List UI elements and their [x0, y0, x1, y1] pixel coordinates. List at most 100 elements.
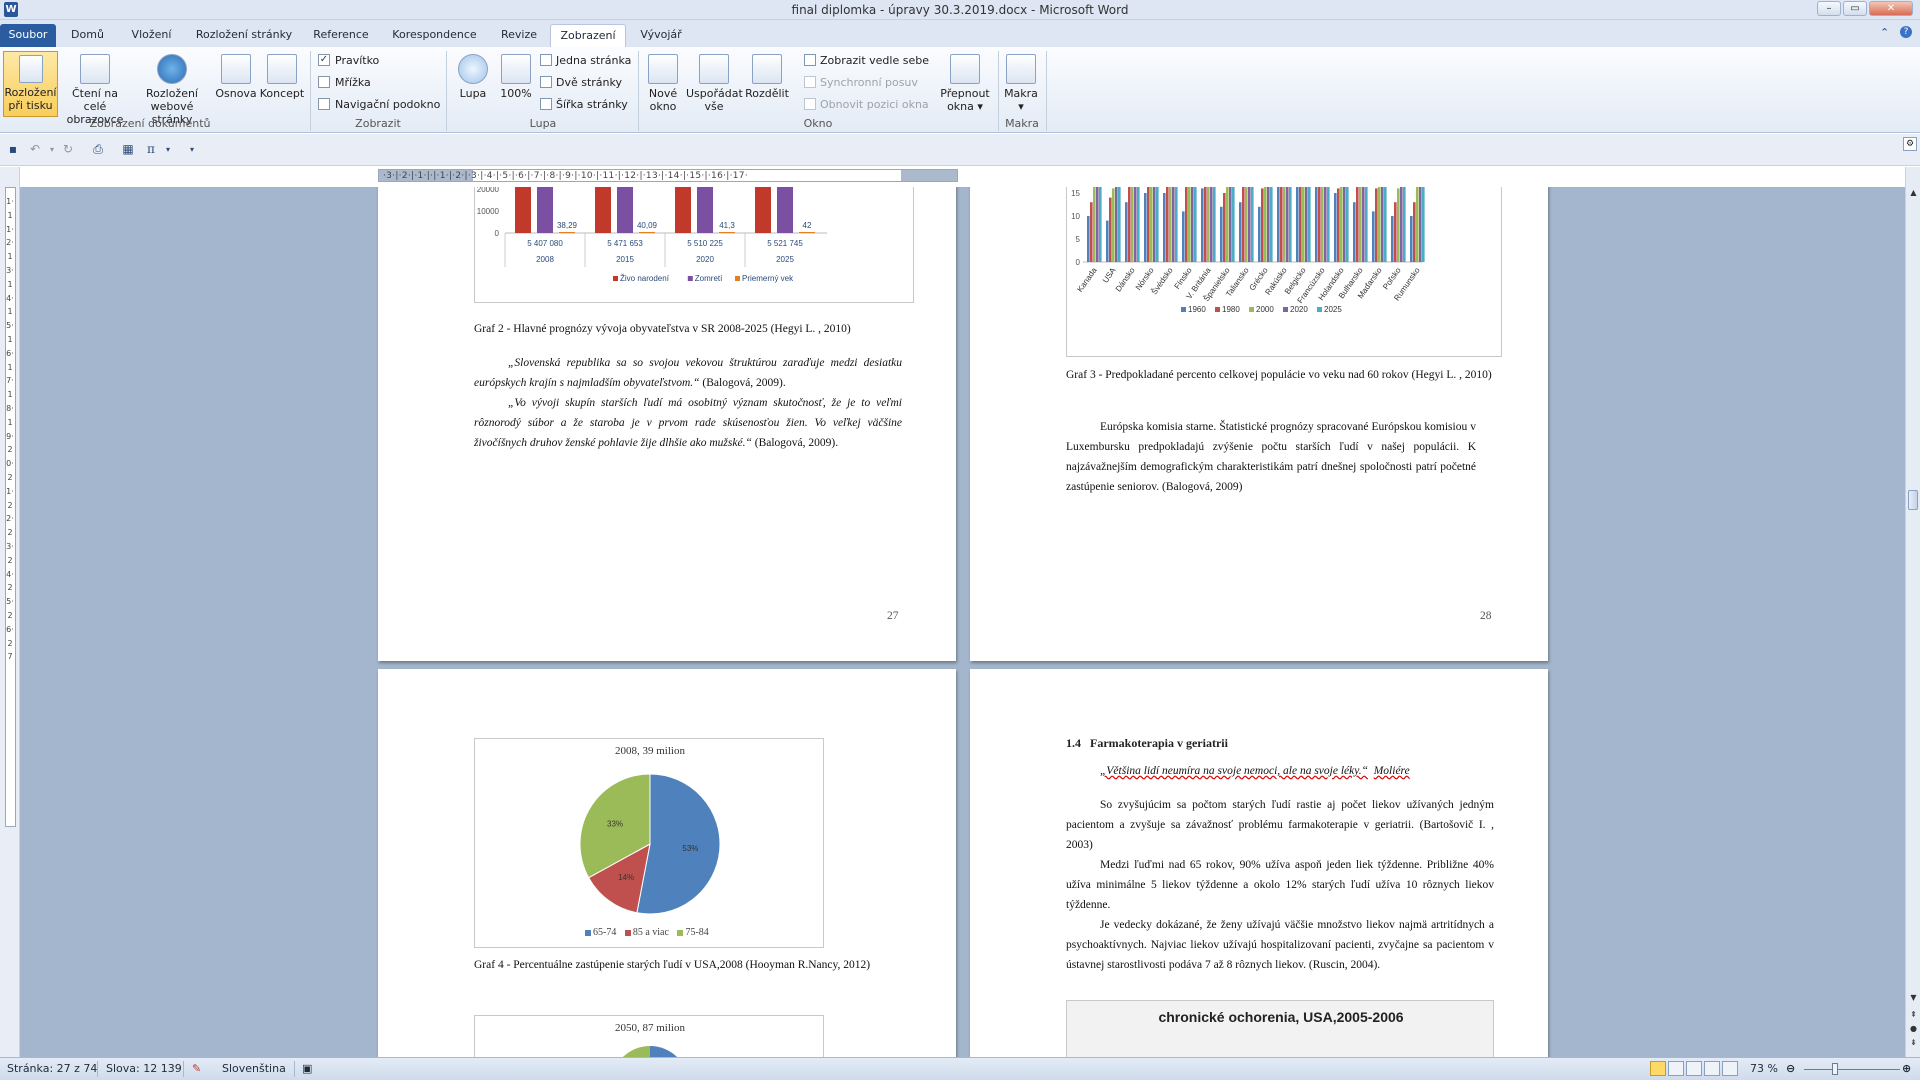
scroll-down-icon[interactable]: ▼ [1908, 992, 1919, 1003]
vertical-ruler-scale: 1·11·2·13·14·15·16·17·18·19·20·21·22·23·… [6, 197, 14, 662]
switch-windows-button[interactable]: Přepnout okna ▾ [938, 54, 992, 113]
draft-button[interactable]: Koncept [259, 54, 305, 100]
vertical-scrollbar[interactable]: ▲ ▼ ⇞ ● ⇟ [1905, 167, 1920, 1057]
view-side-by-side-button[interactable]: Zobrazit vedle sebe [804, 52, 929, 70]
tab-mailings[interactable]: Korespondence [382, 24, 487, 47]
pie-data-label: 33% [607, 819, 623, 828]
y-tick-label: 0 [1076, 258, 1081, 267]
two-pages-label: Dvě stránky [556, 76, 623, 89]
next-page-icon[interactable]: ⇟ [1908, 1037, 1919, 1048]
bar-1960 [1334, 193, 1337, 262]
tab-home[interactable]: Domů [60, 24, 115, 47]
zoom-slider-thumb[interactable] [1832, 1063, 1838, 1075]
synchronous-scrolling-button[interactable]: Synchronní posuv [804, 74, 918, 92]
scrollbar-thumb[interactable] [1908, 490, 1918, 510]
legend-label: Priemerný vek [742, 274, 794, 283]
reset-window-position-button[interactable]: Obnovit pozici okna [804, 96, 929, 114]
status-language[interactable]: Slovenština [222, 1062, 286, 1075]
tab-page-layout[interactable]: Rozložení stránky [188, 24, 300, 47]
horizontal-ruler[interactable]: ·3·|·2·|·1·|·|·1·|·2·|·3·|·4·|·5·|·6·|·7… [378, 169, 958, 182]
customize-toolbar-icon[interactable]: ▾ [184, 142, 200, 157]
page-width-button[interactable]: Šířka stránky [540, 96, 628, 114]
tab-view[interactable]: Zobrazení [550, 24, 626, 47]
table-icon[interactable]: ▦ [120, 142, 136, 157]
navigation-pane-checkbox[interactable]: Navigační podokno [318, 96, 440, 114]
legend-swatch [1215, 307, 1220, 312]
print-layout-view-icon[interactable] [1650, 1061, 1666, 1076]
page-27[interactable]: 20000 10000 0 38,29 5 407 080 2008 40,09 5 471 … [378, 187, 956, 661]
vertical-ruler[interactable]: 1·11·2·13·14·15·16·17·18·19·20·21·22·23·… [0, 167, 20, 1057]
group-separator [310, 51, 311, 131]
ruler-toggle-icon[interactable]: ⚙ [1903, 137, 1917, 151]
chart-population-forecast[interactable]: 20000 10000 0 38,29 5 407 080 2008 40,09 5 471 … [474, 187, 914, 303]
undo-icon[interactable]: ↶ [27, 142, 43, 157]
scroll-up-icon[interactable]: ▲ [1908, 187, 1919, 198]
full-screen-reading-button[interactable]: Čtení na celé obrazovce [60, 54, 130, 126]
outline-button[interactable]: Osnova [214, 54, 258, 100]
full-screen-view-icon[interactable] [1668, 1061, 1684, 1076]
minimize-icon[interactable]: – [1817, 1, 1841, 16]
page-29[interactable]: 2008, 39 milion 53% 14% 33% 65-74 85 a via… [378, 669, 956, 1057]
sync-scroll-icon [804, 76, 816, 88]
web-layout-button[interactable]: Rozložení webové stránky [132, 54, 212, 126]
status-page[interactable]: Stránka: 27 z 74 [7, 1062, 97, 1075]
redo-icon[interactable]: ↻ [60, 142, 76, 157]
outline-label: Osnova [215, 87, 257, 100]
print-preview-icon[interactable]: ⎙ [90, 142, 106, 157]
ruler-checkbox[interactable]: ✓ Pravítko [318, 52, 379, 70]
side-by-side-icon [804, 54, 816, 66]
zoom-level[interactable]: 73 % [1750, 1062, 1778, 1075]
save-icon[interactable]: ▪ [5, 142, 21, 157]
chart-percentage-over-60[interactable]: 15 10 5 0 Kanada USA Dánsko Nórsko Švédsko Fínsko… [1066, 187, 1502, 357]
chart-pie-2050[interactable]: 2050, 87 milion [474, 1015, 824, 1057]
gridlines-checkbox[interactable]: Mřížka [318, 74, 371, 92]
status-words[interactable]: Slova: 12 139 [106, 1062, 182, 1075]
page-28[interactable]: 15 10 5 0 Kanada USA Dánsko Nórsko Švédsko Fínsko… [970, 187, 1548, 661]
arrange-all-button[interactable]: Uspořádat vše [686, 54, 743, 113]
browse-object-icon[interactable]: ● [1908, 1023, 1919, 1034]
maximize-icon[interactable]: ▭ [1843, 1, 1867, 16]
x-tick-label: USA [1101, 265, 1118, 284]
draft-view-icon[interactable] [1722, 1061, 1738, 1076]
tab-review[interactable]: Revize [492, 24, 546, 47]
bar-2025 [1422, 187, 1425, 262]
tab-developer[interactable]: Vývojář [630, 24, 692, 47]
ribbon-minimize-icon[interactable]: ⌃ [1880, 26, 1889, 39]
tab-file[interactable]: Soubor [0, 24, 56, 47]
tab-insert[interactable]: Vložení [120, 24, 183, 47]
print-layout-button[interactable]: Rozložení při tisku [3, 51, 58, 117]
two-pages-button[interactable]: Dvě stránky [540, 74, 622, 92]
previous-page-icon[interactable]: ⇞ [1908, 1009, 1919, 1020]
tab-references[interactable]: Reference [305, 24, 377, 47]
help-icon[interactable]: ? [1900, 26, 1912, 38]
web-layout-view-icon[interactable] [1686, 1061, 1702, 1076]
document-area[interactable]: 20000 10000 0 38,29 5 407 080 2008 40,09 5 471 … [20, 187, 1905, 1057]
arrange-all-label: Uspořádat vše [686, 87, 743, 113]
proofing-icon[interactable]: ✎ [192, 1062, 201, 1075]
zoom-out-icon[interactable]: ⊖ [1786, 1062, 1795, 1075]
split-button[interactable]: Rozdělit [744, 54, 790, 100]
macros-button[interactable]: Makra ▾ [1002, 54, 1040, 113]
bar-born [515, 187, 531, 233]
bar-1980 [1394, 202, 1397, 262]
bar-2025 [1099, 187, 1102, 262]
macro-recording-icon[interactable]: ▣ [302, 1062, 312, 1075]
zoom-button[interactable]: Lupa [452, 54, 494, 100]
bar-1960 [1106, 220, 1109, 262]
undo-dropdown-icon[interactable]: ▾ [44, 142, 60, 157]
page-30[interactable]: 1.4 Farmakoterapia v geriatrii „Většina … [970, 669, 1548, 1057]
zoom-in-icon[interactable]: ⊕ [1902, 1062, 1911, 1075]
equation-dropdown-icon[interactable]: ▾ [160, 142, 176, 157]
zoom-slider-track[interactable] [1804, 1069, 1900, 1070]
chart-population-svg: 20000 10000 0 38,29 5 407 080 2008 40,09 5 471 … [477, 187, 827, 283]
close-icon[interactable]: ✕ [1869, 1, 1913, 16]
chart-chronic-diseases[interactable]: chronické ochorenia, USA,2005-2006 [1066, 1000, 1494, 1057]
equation-icon[interactable]: π [143, 142, 159, 157]
new-window-button[interactable]: Nové okno [642, 54, 684, 113]
one-page-button[interactable]: Jedna stránka [540, 52, 631, 70]
chart-pie-2008[interactable]: 2008, 39 milion 53% 14% 33% 65-74 85 a via… [474, 738, 824, 948]
zoom-100-button[interactable]: 100% [496, 54, 536, 100]
bar-2000 [1321, 187, 1324, 262]
bar-died [617, 187, 633, 233]
outline-view-icon[interactable] [1704, 1061, 1720, 1076]
